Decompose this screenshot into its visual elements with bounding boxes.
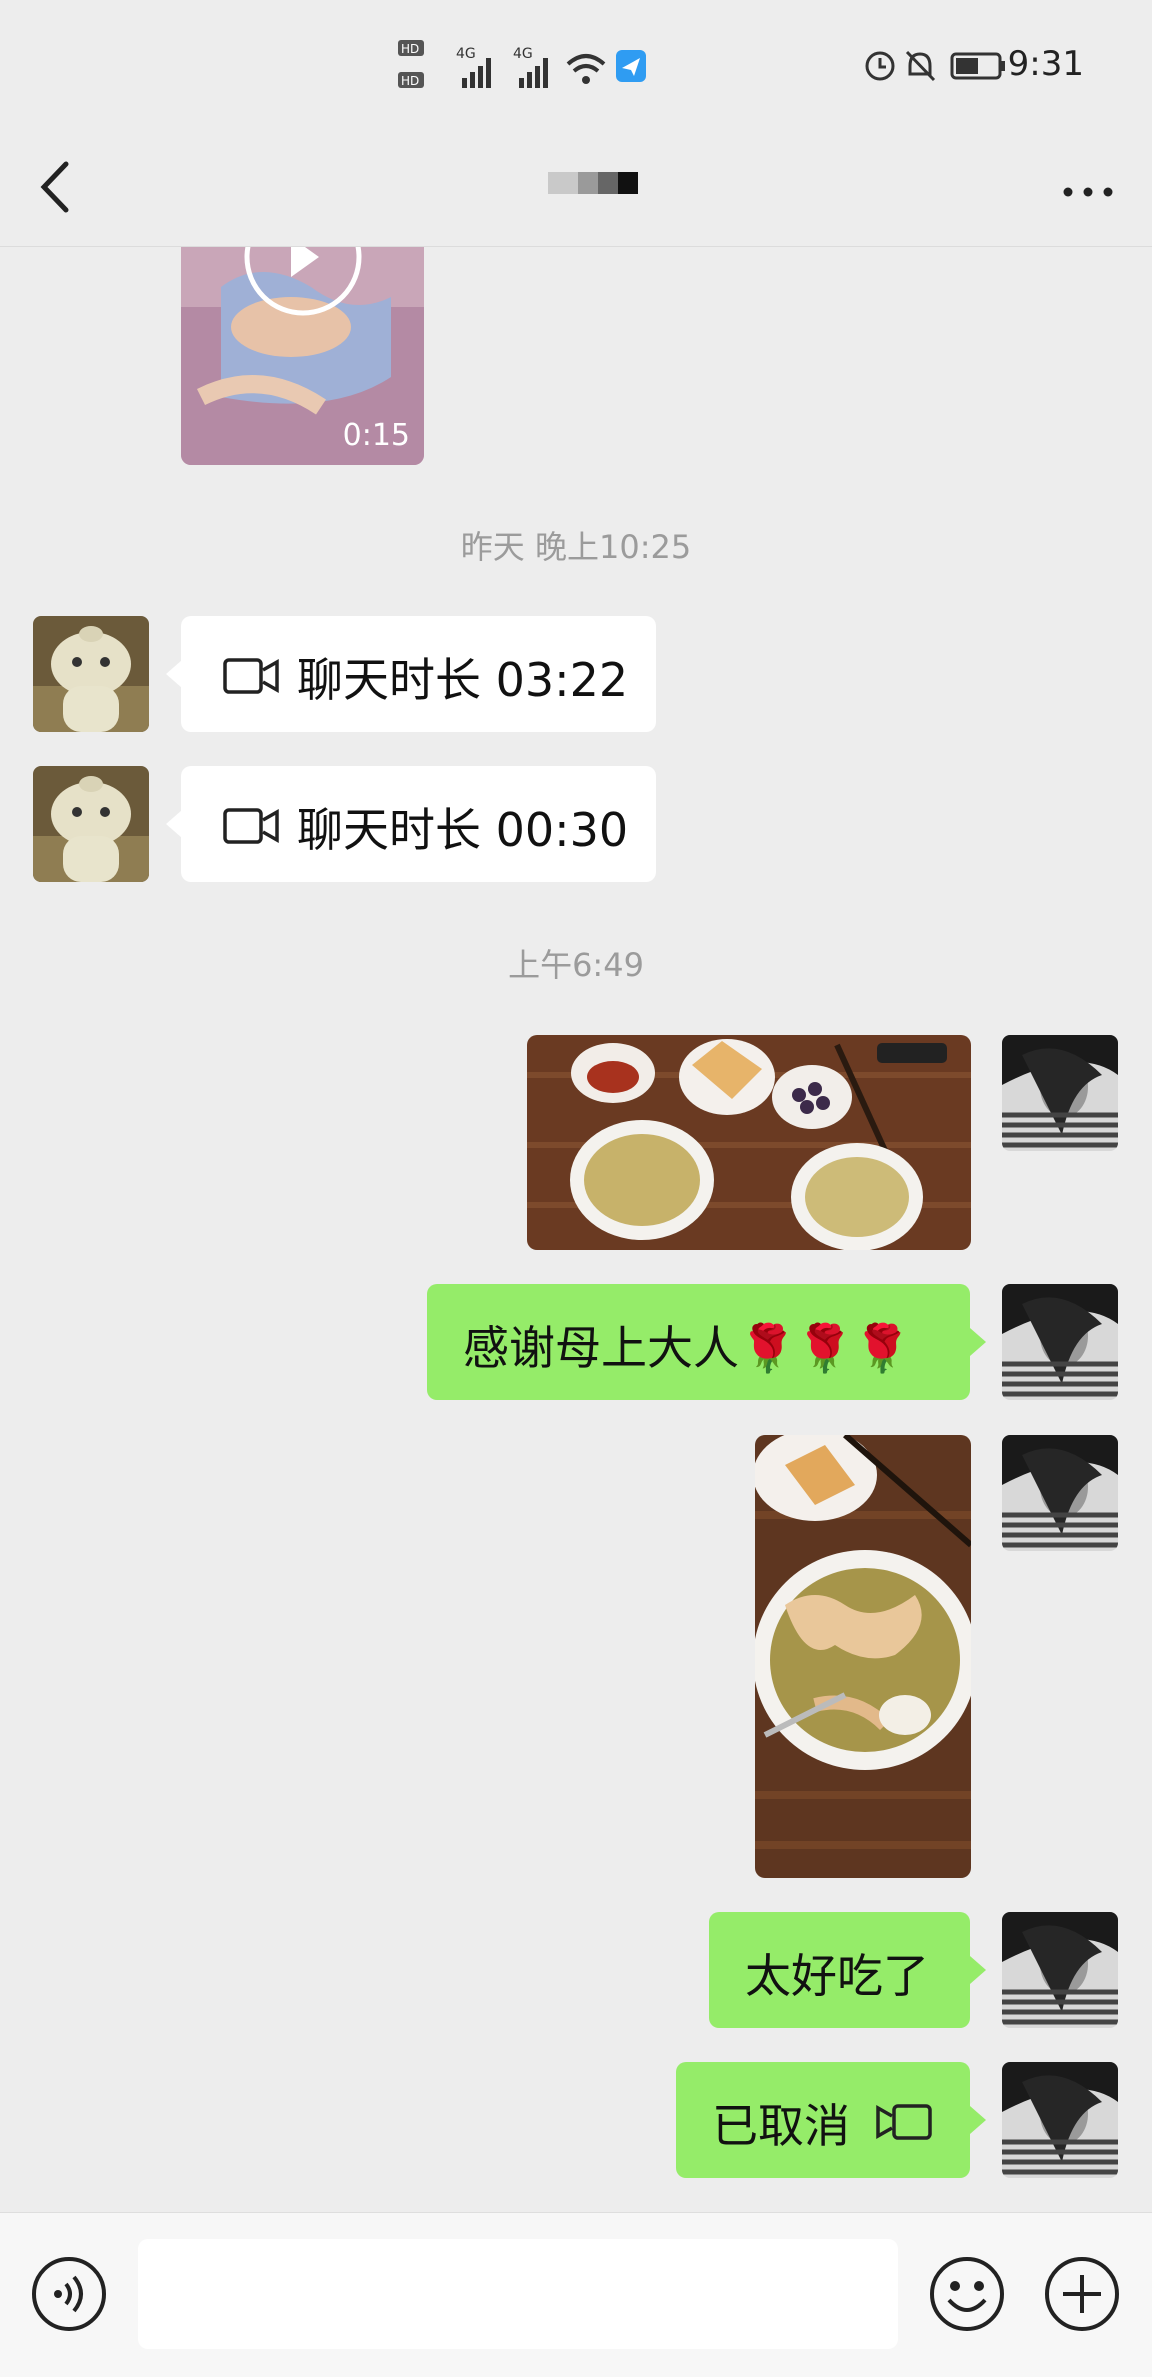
user-avatar [1002, 1435, 1118, 1551]
image-message[interactable] [755, 1435, 971, 1878]
food-photo [755, 1435, 971, 1878]
plus-button[interactable] [1043, 2255, 1121, 2333]
food-photo [527, 1035, 971, 1250]
status-bar: HD HD 4G 4G 9:31 [0, 0, 1152, 136]
call-duration-text: 聊天时长 00:30 [297, 803, 629, 857]
video-message[interactable]: 0:15 [181, 247, 424, 465]
contact-avatar [33, 616, 149, 732]
bubble-tail [970, 1328, 986, 1356]
bubble-tail [166, 660, 182, 688]
chevron-left-icon [40, 161, 69, 213]
status-time: 9:31 [1007, 44, 1084, 84]
video-call-icon [876, 2104, 932, 2140]
emoji-icon [930, 2257, 1004, 2331]
system-icons [862, 46, 1012, 90]
avatar[interactable] [33, 766, 149, 882]
my-avatar[interactable] [1002, 2062, 1118, 2178]
svg-text:HD: HD [401, 74, 419, 88]
more-dots-icon [1063, 187, 1113, 197]
network-icons: HD HD 4G 4G [398, 38, 648, 103]
signal-icon: HD HD 4G 4G [398, 40, 646, 88]
message-text: 已取消 [712, 2099, 850, 2153]
cancelled-call-bubble[interactable]: 已取消 [676, 2062, 970, 2178]
sent-text-bubble[interactable]: 太好吃了 [709, 1912, 970, 2028]
plus-icon [1045, 2257, 1119, 2331]
message-text: 太好吃了 [745, 1949, 929, 2003]
emoji-button[interactable] [928, 2255, 1006, 2333]
my-avatar[interactable] [1002, 1435, 1118, 1551]
svg-text:4G: 4G [513, 46, 533, 62]
alarm-mute-battery-icon [865, 50, 1005, 82]
call-duration-text: 聊天时长 03:22 [297, 653, 629, 707]
video-call-icon [223, 658, 279, 694]
my-avatar[interactable] [1002, 1912, 1118, 2028]
input-bar [0, 2212, 1152, 2377]
user-avatar [1002, 1035, 1118, 1151]
chat-title [548, 172, 638, 194]
image-message[interactable] [527, 1035, 971, 1250]
timestamp: 昨天 晚上10:25 [460, 528, 692, 566]
voice-button[interactable] [30, 2255, 108, 2333]
message-input[interactable] [138, 2239, 898, 2349]
chat-header [0, 136, 1152, 247]
bubble-tail [970, 2106, 986, 2134]
svg-text:HD: HD [401, 42, 419, 56]
user-avatar [1002, 1912, 1118, 2028]
bubble-tail [166, 810, 182, 838]
user-avatar [1002, 1284, 1118, 1400]
user-avatar [1002, 2062, 1118, 2178]
video-call-icon [223, 808, 279, 844]
bubble-tail [970, 1956, 986, 1984]
avatar[interactable] [33, 616, 149, 732]
video-duration: 0:15 [342, 418, 410, 453]
call-record-bubble[interactable]: 聊天时长 00:30 [181, 766, 656, 882]
voice-icon [32, 2257, 106, 2331]
blurred-name [548, 172, 638, 194]
svg-text:4G: 4G [456, 46, 476, 62]
timestamp: 上午6:49 [508, 946, 644, 984]
my-avatar[interactable] [1002, 1284, 1118, 1400]
more-button[interactable] [1058, 172, 1118, 212]
message-text: 感谢母上大人🌹🌹🌹 [463, 1321, 911, 1375]
back-button[interactable] [32, 144, 92, 234]
sent-text-bubble[interactable]: 感谢母上大人🌹🌹🌹 [427, 1284, 970, 1400]
my-avatar[interactable] [1002, 1035, 1118, 1151]
contact-avatar [33, 766, 149, 882]
call-record-bubble[interactable]: 聊天时长 03:22 [181, 616, 656, 732]
